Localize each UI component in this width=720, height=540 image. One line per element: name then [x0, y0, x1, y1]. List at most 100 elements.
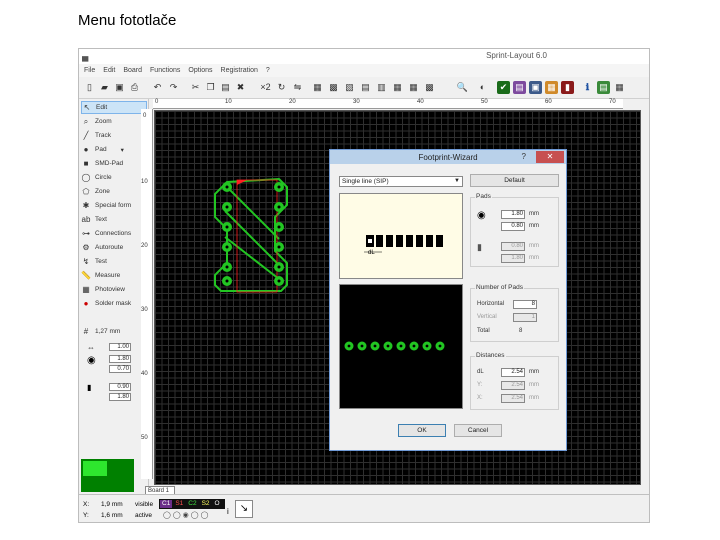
- x-distance-field: 2.54: [501, 394, 525, 403]
- rotate-icon[interactable]: ↻: [275, 81, 288, 94]
- align-icon[interactable]: ▦: [311, 81, 324, 94]
- net-icon[interactable]: ▩: [423, 81, 436, 94]
- undo-icon[interactable]: ↶: [151, 81, 164, 94]
- tool-zone[interactable]: ⬠ Zone: [81, 185, 147, 198]
- menu-functions[interactable]: Functions: [150, 67, 180, 74]
- diagonal-track[interactable]: [224, 184, 280, 240]
- tool-track[interactable]: ╱ Track: [81, 129, 147, 142]
- new-file-icon[interactable]: ▯: [83, 81, 96, 94]
- macro-icon[interactable]: ▦: [391, 81, 404, 94]
- component-icon[interactable]: ▥: [375, 81, 388, 94]
- layer-s1[interactable]: S1: [173, 500, 185, 508]
- default-button[interactable]: Default: [470, 174, 559, 187]
- ruler-top-label: 60: [545, 99, 552, 105]
- layer-c2[interactable]: C2: [186, 500, 198, 508]
- tool-special-form[interactable]: ✱ Special form: [81, 199, 147, 212]
- ruler-top: 0 10 20 30 40 50 60 70: [153, 99, 623, 109]
- y-label: Y:: [83, 512, 89, 519]
- connections-icon: ⊶: [82, 228, 90, 238]
- dialog-titlebar: Footprint-Wizard ? ✕: [330, 150, 566, 164]
- menu-edit[interactable]: Edit: [103, 67, 115, 74]
- menu-help[interactable]: ?: [266, 67, 270, 74]
- open-folder-icon[interactable]: ▰: [98, 81, 111, 94]
- properties-icon[interactable]: ▤: [597, 81, 610, 94]
- ungroup-icon[interactable]: ▧: [343, 81, 356, 94]
- unit-label: mm: [529, 382, 539, 388]
- smd-height-field[interactable]: 1.80: [109, 393, 131, 401]
- tool-zoom[interactable]: ⌕ Zoom: [81, 115, 147, 128]
- layer-o[interactable]: O: [213, 500, 222, 508]
- active-layer-radios[interactable]: ◯◯◉◯◯: [163, 511, 210, 519]
- preview-pad-hole: [412, 344, 416, 348]
- layer-icon[interactable]: ▤: [359, 81, 372, 94]
- footprint-type-select[interactable]: Single line (SIP) ▼: [339, 176, 463, 187]
- menu-board[interactable]: Board: [123, 67, 142, 74]
- horizontal-field[interactable]: 8: [513, 300, 537, 309]
- tool-circle[interactable]: ◯ Circle: [81, 171, 147, 184]
- dl-field[interactable]: 2.54: [501, 368, 525, 377]
- tool-measure[interactable]: 📏 Measure: [81, 269, 147, 282]
- layer-s2[interactable]: S2: [200, 500, 212, 508]
- track-width-field[interactable]: 1.00: [109, 343, 131, 351]
- layer-color-swatch[interactable]: [81, 459, 134, 492]
- settings-icon[interactable]: ▦: [613, 81, 626, 94]
- ruler-top-label: 30: [353, 99, 360, 105]
- menu-registration[interactable]: Registration: [221, 67, 258, 74]
- drc-icon[interactable]: ◐: [476, 81, 489, 94]
- menu-options[interactable]: Options: [188, 67, 212, 74]
- tool-photoview[interactable]: ▦ Photoview: [81, 283, 147, 296]
- grid-icon: #: [83, 326, 89, 336]
- unit-label: mm: [529, 243, 539, 249]
- tool-edit[interactable]: ↖ Edit: [81, 101, 147, 114]
- group-icon[interactable]: ▩: [327, 81, 340, 94]
- tool-autoroute[interactable]: ⚙ Autoroute: [81, 241, 147, 254]
- copy-icon[interactable]: ❐: [204, 81, 217, 94]
- image-icon[interactable]: ▣: [529, 81, 542, 94]
- close-icon[interactable]: ✕: [536, 151, 564, 163]
- pad-inner-field[interactable]: 0.80: [501, 222, 525, 231]
- pad-inner-field[interactable]: 0.70: [109, 365, 131, 373]
- footprint-wizard-icon[interactable]: ✔: [497, 81, 510, 94]
- redo-icon[interactable]: ↷: [167, 81, 180, 94]
- layer-visibility: C1 S1 C2 S2 O: [159, 499, 225, 509]
- pad-outer-field[interactable]: 1.80: [501, 210, 525, 219]
- dl-row: dL 2.54 mm: [473, 368, 557, 378]
- layer-c1[interactable]: C1: [160, 500, 173, 508]
- save-icon[interactable]: ▣: [113, 81, 126, 94]
- delete-icon[interactable]: ✖: [234, 81, 247, 94]
- tool-solder-mask[interactable]: ● Solder mask: [81, 297, 147, 310]
- grid-icon[interactable]: ▦: [407, 81, 420, 94]
- zoom-icon[interactable]: 🔍: [456, 81, 469, 94]
- ruler-top-label: 50: [481, 99, 488, 105]
- tool-pad[interactable]: ● Pad ▾: [81, 143, 147, 156]
- mirror-icon[interactable]: ⇋: [291, 81, 304, 94]
- cancel-button[interactable]: Cancel: [454, 424, 502, 437]
- help-icon[interactable]: ?: [522, 152, 526, 161]
- tool-smd-pad[interactable]: ■ SMD-Pad: [81, 157, 147, 170]
- scanned-copy-icon[interactable]: ▮: [561, 81, 574, 94]
- grid-setting[interactable]: #1,27 mm: [81, 325, 147, 338]
- tool-connections[interactable]: ⊶ Connections: [81, 227, 147, 240]
- grid-dots-icon[interactable]: ▦: [545, 81, 558, 94]
- component-library-icon[interactable]: ▤: [513, 81, 526, 94]
- cut-icon[interactable]: ✂: [189, 81, 202, 94]
- active-label: active: [135, 512, 152, 519]
- ruler-top-label: 10: [225, 99, 232, 105]
- info-icon[interactable]: ℹ: [581, 81, 594, 94]
- smd-width-row: 0.80 mm: [473, 242, 557, 252]
- track-width-row: ⇔ 1.00: [81, 343, 147, 352]
- paste-icon[interactable]: ▤: [219, 81, 232, 94]
- tool-text[interactable]: ab Text: [81, 213, 147, 226]
- pad-row-preview: [344, 341, 445, 351]
- status-bar: X: 1,9 mm Y: 1,6 mm visible active C1 S1…: [79, 494, 649, 522]
- menu-file[interactable]: File: [84, 67, 95, 74]
- tool-test[interactable]: ↯ Test: [81, 255, 147, 268]
- duplicate-icon[interactable]: ×2: [259, 81, 272, 94]
- slide-title: Menu fototlače: [78, 12, 177, 29]
- print-icon[interactable]: ⎙: [128, 81, 141, 94]
- footprint-preview: dL: [339, 193, 463, 279]
- smd-width-field[interactable]: 0.90: [109, 383, 131, 391]
- ok-button[interactable]: OK: [398, 424, 446, 437]
- text-icon: ab: [81, 214, 91, 224]
- pen-tool-icon[interactable]: ↘: [235, 500, 253, 518]
